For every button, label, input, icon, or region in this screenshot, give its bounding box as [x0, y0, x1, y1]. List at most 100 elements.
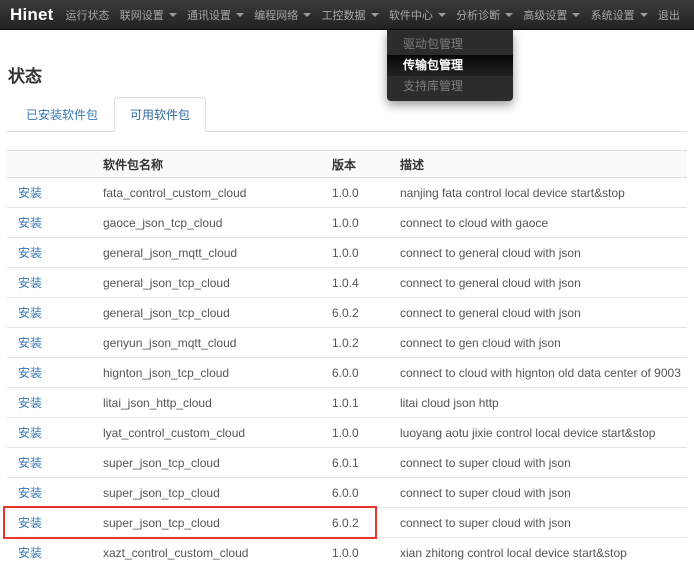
nav-item-6[interactable]: 分析诊断	[452, 0, 517, 31]
cell-package-name: hignton_json_tcp_cloud	[100, 366, 325, 380]
dropdown-item-0[interactable]: 驱动包管理	[387, 34, 513, 55]
cell-package-name: litai_json_http_cloud	[100, 396, 325, 410]
cell-description: nanjing fata control local device start&…	[393, 186, 687, 200]
cell-version: 6.0.2	[325, 306, 393, 320]
tab-bar: 已安装软件包可用软件包	[7, 97, 687, 132]
cell-description: connect to general cloud with json	[393, 246, 687, 260]
install-link[interactable]: 安装	[18, 546, 42, 560]
cell-version: 1.0.0	[325, 186, 393, 200]
cell-description: connect to cloud with hignton old data c…	[393, 366, 687, 380]
install-link[interactable]: 安装	[18, 246, 42, 260]
cell-action: 安装	[7, 394, 100, 411]
install-link[interactable]: 安装	[18, 456, 42, 470]
cell-version: 1.0.4	[325, 276, 393, 290]
cell-description: connect to gen cloud with json	[393, 336, 687, 350]
table-row: 安装general_json_tcp_cloud6.0.2connect to …	[7, 298, 687, 328]
cell-description: connect to cloud with gaoce	[393, 216, 687, 230]
cell-description: connect to super cloud with json	[393, 486, 687, 500]
cell-action: 安装	[7, 484, 100, 501]
cell-version: 6.0.1	[325, 456, 393, 470]
install-link[interactable]: 安装	[18, 336, 42, 350]
cell-action: 安装	[7, 214, 100, 231]
table-row: 安装 general_json_mqtt_cloud1.0.0connect to…	[7, 238, 687, 268]
top-navbar: Hinet 运行状态联网设置通讯设置 编程网络 工控数据 软件中心 分析诊断 高级设置 系统…	[0, 0, 694, 30]
nav-item-1[interactable]: 联网设置	[116, 0, 181, 31]
cell-package-name: general_json_tcp_cloud	[100, 276, 325, 290]
install-link[interactable]: 安装	[18, 396, 42, 410]
table-row: 安装 fata_control_custom_cloud1.0.0nanjing …	[7, 178, 687, 208]
install-link[interactable]: 安装	[18, 276, 42, 290]
cell-action: 安装	[7, 424, 100, 441]
install-link[interactable]: 安装	[18, 426, 42, 440]
nav-item-label: 退出	[658, 7, 680, 23]
software-center-dropdown: 驱动包管理传输包管理支持库管理	[387, 30, 513, 101]
cell-action: 安装	[7, 304, 100, 321]
install-link[interactable]: 安装	[18, 216, 42, 230]
dropdown-item-1[interactable]: 传输包管理	[387, 55, 513, 76]
nav-item-label: 分析诊断	[456, 7, 500, 23]
tab-0[interactable]: 已安装软件包	[10, 97, 114, 132]
caret-down-icon	[572, 13, 580, 17]
cell-version: 1.0.2	[325, 336, 393, 350]
install-link[interactable]: 安装	[18, 486, 42, 500]
cell-version: 1.0.0	[325, 216, 393, 230]
table-row: 安装super_json_tcp_cloud6.0.1connect to su…	[7, 448, 687, 478]
install-link[interactable]: 安装	[18, 516, 42, 530]
cell-action: 安装	[7, 184, 100, 201]
nav-item-label: 通讯设置	[187, 7, 231, 23]
nav-item-8[interactable]: 系统设置	[587, 0, 652, 31]
nav-item-2[interactable]: 通讯设置	[183, 0, 248, 31]
cell-version: 1.0.0	[325, 246, 393, 260]
cell-package-name: fata_control_custom_cloud	[100, 186, 325, 200]
table-row: 安装general_json_tcp_cloud1.0.4connect to …	[7, 268, 687, 298]
cell-package-name: lyat_control_custom_cloud	[100, 426, 325, 440]
nav-item-7[interactable]: 高级设置	[519, 0, 584, 31]
cell-action: 安装	[7, 244, 100, 261]
caret-down-icon	[640, 13, 648, 17]
header-description: 描述	[393, 156, 687, 173]
cell-package-name: super_json_tcp_cloud	[100, 486, 325, 500]
table-row: 安装 lyat_control_custom_cloud1.0.0luoyang …	[7, 418, 687, 448]
install-link[interactable]: 安装	[18, 366, 42, 380]
cell-action: 安装	[7, 334, 100, 351]
table-header-row: 软件包名称 版本 描述	[7, 150, 687, 178]
cell-package-name: genyun_json_mqtt_cloud	[100, 336, 325, 350]
table-row: 安装 gaoce_json_tcp_cloud1.0.0connect to cl…	[7, 208, 687, 238]
cell-package-name: super_json_tcp_cloud	[100, 456, 325, 470]
cell-version: 6.0.0	[325, 486, 393, 500]
caret-down-icon	[169, 13, 177, 17]
nav-item-3[interactable]: 编程网络	[250, 0, 315, 31]
cell-description: xian zhitong control local device start&…	[393, 546, 687, 560]
cell-description: luoyang aotu jixie control local device …	[393, 426, 687, 440]
table-body: 安装fata_control_custom_cloud1.0.0nanjing …	[7, 178, 687, 566]
cell-package-name: gaoce_json_tcp_cloud	[100, 216, 325, 230]
cell-package-name: general_json_mqtt_cloud	[100, 246, 325, 260]
cell-description: connect to super cloud with json	[393, 516, 687, 530]
cell-version: 1.0.0	[325, 426, 393, 440]
cell-version: 1.0.1	[325, 396, 393, 410]
package-table: 软件包名称 版本 描述 安装fata_control_custom_cloud1…	[7, 150, 687, 566]
cell-action: 安装	[7, 514, 100, 531]
nav-item-label: 编程网络	[254, 7, 298, 23]
dropdown-item-2[interactable]: 支持库管理	[387, 76, 513, 97]
tab-1[interactable]: 可用软件包	[114, 97, 206, 132]
navbar-items: 运行状态联网设置通讯设置 编程网络 工控数据 软件中心 分析诊断 高级设置 系统设置退出	[62, 0, 685, 31]
cell-action: 安装	[7, 364, 100, 381]
nav-item-label: 工控数据	[322, 7, 366, 23]
nav-item-9[interactable]: 退出	[654, 0, 684, 31]
brand-logo[interactable]: Hinet	[10, 5, 54, 25]
nav-item-label: 软件中心	[389, 7, 433, 23]
table-row: 安装hignton_json_tcp_cloud6.0.0connect to …	[7, 358, 687, 388]
nav-item-0[interactable]: 运行状态	[62, 0, 114, 31]
caret-down-icon	[371, 13, 379, 17]
install-link[interactable]: 安装	[18, 306, 42, 320]
nav-item-4[interactable]: 工控数据	[318, 0, 383, 31]
table-row: 安装super_json_tcp_cloud6.0.2connect to su…	[7, 508, 687, 538]
install-link[interactable]: 安装	[18, 186, 42, 200]
cell-description: connect to general cloud with json	[393, 306, 687, 320]
cell-package-name: super_json_tcp_cloud	[100, 516, 325, 530]
nav-item-label: 高级设置	[523, 7, 567, 23]
nav-item-5[interactable]: 软件中心	[385, 0, 450, 31]
nav-item-label: 运行状态	[66, 7, 110, 23]
cell-description: litai cloud json http	[393, 396, 687, 410]
